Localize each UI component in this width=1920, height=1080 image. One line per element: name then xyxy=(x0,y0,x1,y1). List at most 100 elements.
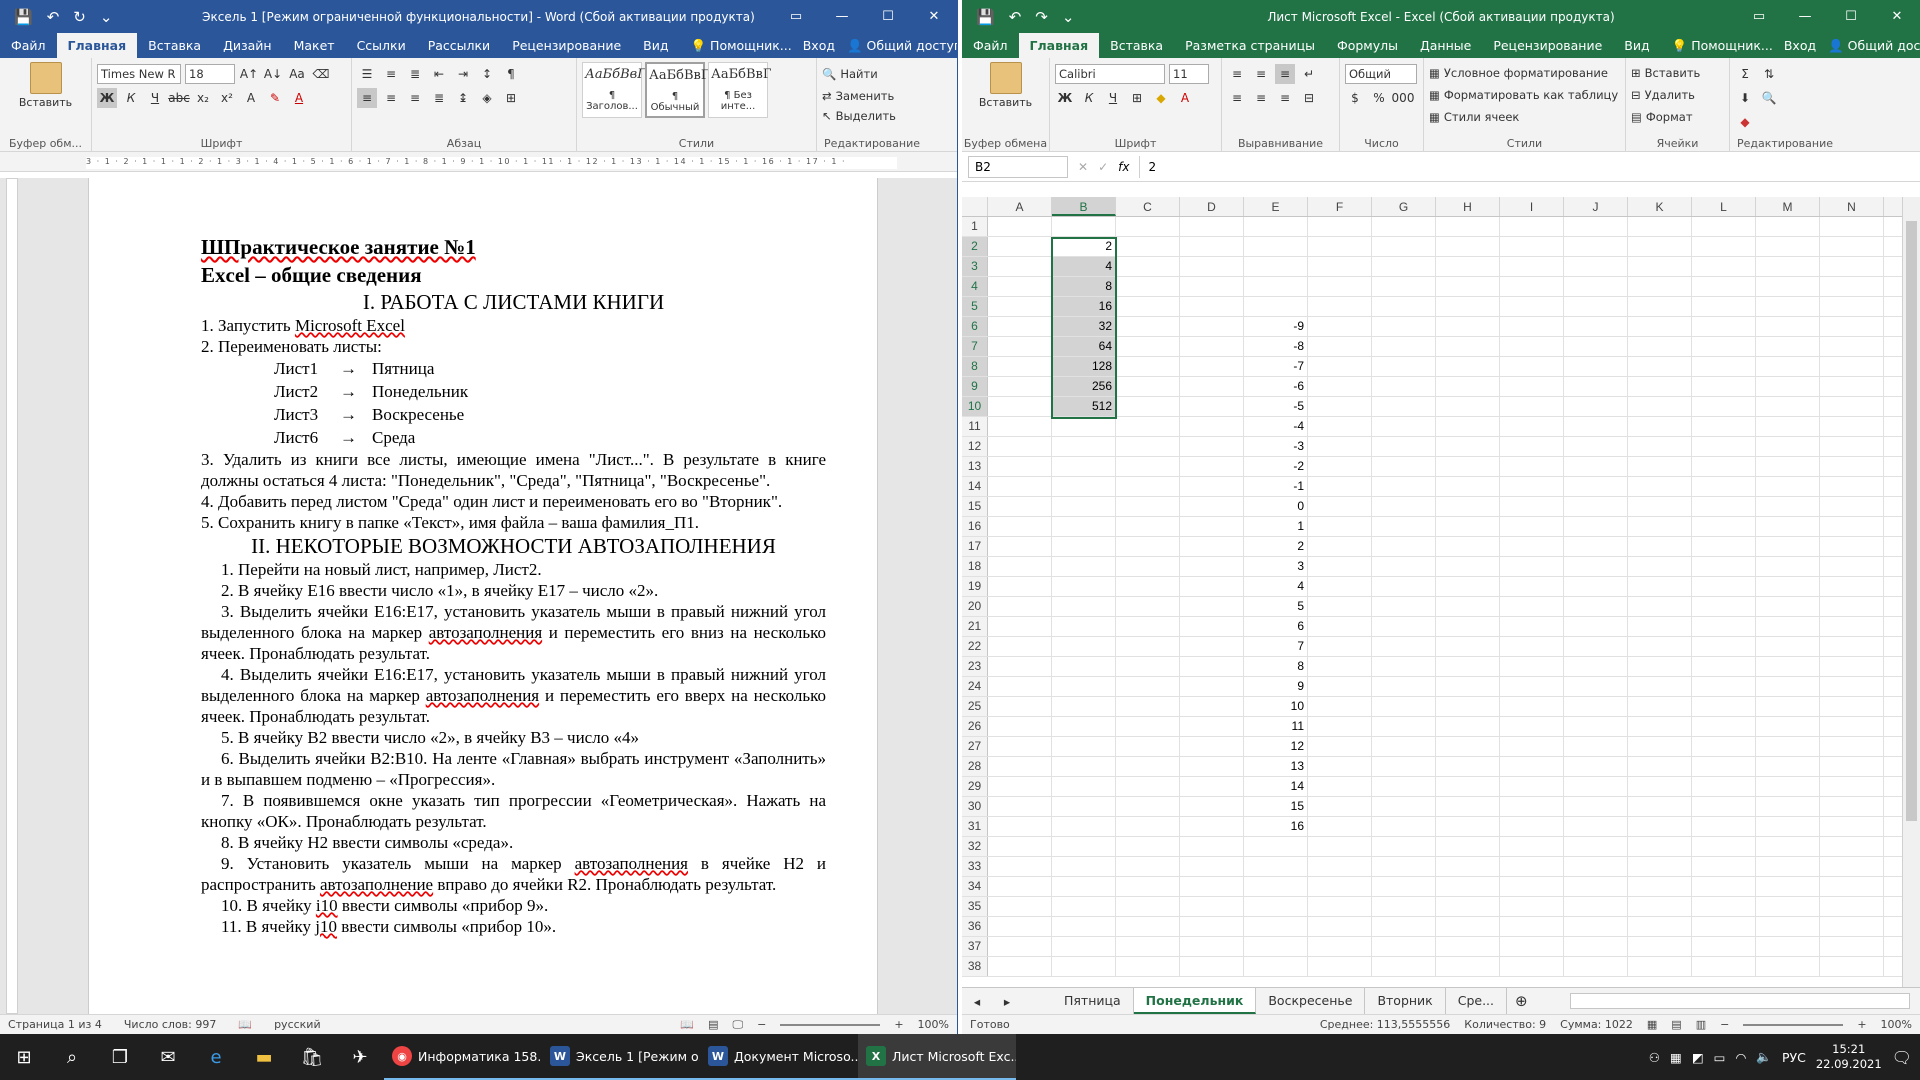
cell[interactable] xyxy=(1244,837,1308,856)
cell[interactable] xyxy=(1116,397,1180,416)
bullets-icon[interactable]: ☰ xyxy=(357,64,377,84)
row-header[interactable]: 25 xyxy=(962,697,988,716)
cell[interactable] xyxy=(1372,837,1436,856)
cell[interactable] xyxy=(1820,637,1884,656)
cell[interactable] xyxy=(1436,237,1500,256)
cell[interactable]: -4 xyxy=(1244,417,1308,436)
cell[interactable] xyxy=(1692,337,1756,356)
cell[interactable] xyxy=(1052,597,1116,616)
cell[interactable]: 16 xyxy=(1244,817,1308,836)
cell[interactable] xyxy=(988,217,1052,236)
cell[interactable] xyxy=(1500,657,1564,676)
decrease-indent-icon[interactable]: ⇤ xyxy=(429,64,449,84)
cell[interactable] xyxy=(988,897,1052,916)
cell[interactable] xyxy=(1308,517,1372,536)
cell[interactable] xyxy=(1756,337,1820,356)
superscript-button[interactable]: x² xyxy=(217,88,237,108)
cell[interactable] xyxy=(1756,757,1820,776)
style-normal[interactable]: АаБбВвГ ¶ Обычный xyxy=(645,62,709,118)
volume-icon[interactable]: 🔈 xyxy=(1756,1049,1772,1065)
edge-icon[interactable]: e xyxy=(192,1034,240,1080)
col-header[interactable]: G xyxy=(1372,197,1436,216)
cell[interactable] xyxy=(1116,537,1180,556)
maximize-button[interactable]: ☐ xyxy=(865,0,911,33)
select-all-corner[interactable] xyxy=(962,197,988,216)
cell[interactable] xyxy=(1628,537,1692,556)
cell[interactable] xyxy=(1564,497,1628,516)
row-header[interactable]: 5 xyxy=(962,297,988,316)
cell[interactable] xyxy=(1628,757,1692,776)
cell[interactable] xyxy=(1372,817,1436,836)
cell[interactable] xyxy=(1308,597,1372,616)
style-heading[interactable]: АаБбВвГ ¶ Заголов... xyxy=(582,62,646,118)
cell[interactable] xyxy=(1052,817,1116,836)
cell[interactable] xyxy=(1052,637,1116,656)
strike-button[interactable]: abc xyxy=(168,88,190,108)
cell[interactable] xyxy=(1180,937,1244,956)
cell[interactable] xyxy=(1436,777,1500,796)
cell[interactable] xyxy=(1372,577,1436,596)
row-header[interactable]: 16 xyxy=(962,517,988,536)
cell[interactable] xyxy=(1500,777,1564,796)
cell[interactable] xyxy=(1436,597,1500,616)
cell[interactable] xyxy=(1372,337,1436,356)
cell[interactable]: 512 xyxy=(1052,397,1116,416)
cell[interactable]: -2 xyxy=(1244,457,1308,476)
sheet-tab[interactable]: Пятница xyxy=(1052,988,1134,1014)
cell[interactable] xyxy=(1692,817,1756,836)
formula-input[interactable]: 2 xyxy=(1139,155,1914,178)
cell[interactable] xyxy=(1820,417,1884,436)
start-icon[interactable]: ⊞ xyxy=(0,1034,48,1080)
cell[interactable]: 8 xyxy=(1244,657,1308,676)
cell[interactable] xyxy=(1180,437,1244,456)
cell[interactable] xyxy=(1052,437,1116,456)
cell[interactable] xyxy=(1436,517,1500,536)
cell[interactable] xyxy=(1372,897,1436,916)
cell[interactable] xyxy=(1692,477,1756,496)
search-icon[interactable]: ⌕ xyxy=(48,1034,96,1080)
count-value[interactable]: Количество: 9 xyxy=(1464,1018,1546,1031)
cell[interactable] xyxy=(1628,577,1692,596)
cell[interactable] xyxy=(1692,317,1756,336)
cell[interactable] xyxy=(1244,857,1308,876)
cell[interactable] xyxy=(1692,557,1756,576)
cell[interactable] xyxy=(1756,477,1820,496)
cell[interactable] xyxy=(1116,337,1180,356)
cell[interactable] xyxy=(1436,557,1500,576)
cell[interactable] xyxy=(1628,817,1692,836)
cell[interactable] xyxy=(1564,417,1628,436)
row-header[interactable]: 4 xyxy=(962,277,988,296)
cell[interactable] xyxy=(1820,317,1884,336)
paste-button[interactable]: Вставить xyxy=(967,62,1044,109)
cell[interactable] xyxy=(1244,917,1308,936)
cell[interactable] xyxy=(1180,377,1244,396)
cell[interactable] xyxy=(1756,617,1820,636)
font-size-box[interactable]: 11 xyxy=(1169,64,1209,84)
cell[interactable] xyxy=(1180,857,1244,876)
cell[interactable] xyxy=(1372,537,1436,556)
cell[interactable] xyxy=(1372,257,1436,276)
cell[interactable] xyxy=(1436,697,1500,716)
cell[interactable] xyxy=(1628,737,1692,756)
cell[interactable] xyxy=(1116,437,1180,456)
cell[interactable] xyxy=(1372,237,1436,256)
cell[interactable] xyxy=(1500,957,1564,976)
cell[interactable] xyxy=(1756,257,1820,276)
paste-button[interactable]: Вставить xyxy=(5,62,86,109)
cell[interactable]: 256 xyxy=(1052,377,1116,396)
row-header[interactable]: 18 xyxy=(962,557,988,576)
cell[interactable] xyxy=(1308,537,1372,556)
cell[interactable] xyxy=(988,797,1052,816)
next-sheet-icon[interactable]: ▸ xyxy=(992,994,1022,1009)
cell[interactable] xyxy=(1756,697,1820,716)
cell[interactable] xyxy=(1500,537,1564,556)
cell[interactable] xyxy=(1628,617,1692,636)
cell[interactable] xyxy=(1436,837,1500,856)
cell[interactable] xyxy=(988,357,1052,376)
cell[interactable] xyxy=(1628,837,1692,856)
people-icon[interactable]: ⚇ xyxy=(1649,1050,1660,1065)
sum-value[interactable]: Сумма: 1022 xyxy=(1560,1018,1633,1031)
cell[interactable]: -5 xyxy=(1244,397,1308,416)
cell[interactable] xyxy=(988,717,1052,736)
cell[interactable] xyxy=(1756,217,1820,236)
